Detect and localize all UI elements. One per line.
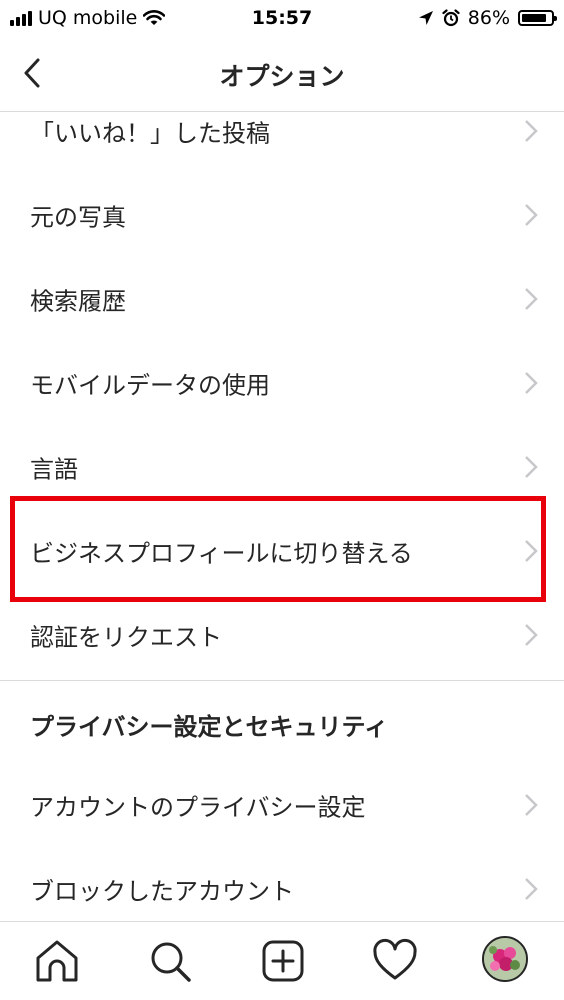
menu-item-label: ブロックしたアカウント bbox=[30, 877, 294, 906]
menu-item-label: アカウントのプライバシー設定 bbox=[30, 793, 366, 822]
menu-item-switch-to-business[interactable]: ビジネスプロフィールに切り替える bbox=[0, 509, 564, 593]
tab-profile[interactable] bbox=[482, 936, 532, 986]
chevron-right-icon bbox=[525, 204, 538, 226]
menu-item-blocked-accounts[interactable]: ブロックしたアカウント bbox=[0, 847, 564, 921]
chevron-right-icon bbox=[525, 794, 538, 816]
search-icon bbox=[151, 942, 191, 982]
section-header-privacy: プライバシー設定とセキュリティ bbox=[30, 713, 389, 741]
menu-item-label: モバイルデータの使用 bbox=[30, 371, 270, 400]
chevron-right-icon bbox=[525, 120, 538, 142]
status-bar: UQ mobile 15:57 86% bbox=[0, 0, 564, 38]
tab-new-post[interactable] bbox=[258, 936, 308, 986]
profile-avatar bbox=[482, 936, 528, 982]
heart-icon bbox=[373, 938, 417, 980]
tab-home[interactable] bbox=[32, 936, 82, 986]
battery-percent: 86% bbox=[467, 7, 510, 29]
chevron-right-icon bbox=[525, 540, 538, 562]
menu-item-request-verification[interactable]: 認証をリクエスト bbox=[0, 593, 564, 677]
menu-item-search-history[interactable]: 検索履歴 bbox=[0, 257, 564, 341]
menu-item-label: 言語 bbox=[30, 455, 78, 484]
section-divider bbox=[0, 680, 564, 681]
tab-activity[interactable] bbox=[370, 936, 420, 986]
settings-list[interactable]: 「いいね！」した投稿 元の写真 検索履歴 モバイルデータの使用 言語 ビジネスプ… bbox=[0, 113, 564, 921]
location-icon bbox=[418, 11, 433, 25]
alarm-icon bbox=[442, 9, 460, 27]
chevron-right-icon bbox=[525, 288, 538, 310]
chevron-right-icon bbox=[525, 624, 538, 646]
tab-search[interactable] bbox=[145, 936, 195, 986]
menu-item-label: 「いいね！」した投稿 bbox=[30, 119, 270, 148]
new-post-icon bbox=[262, 940, 304, 982]
menu-item-label: 検索履歴 bbox=[30, 287, 126, 316]
menu-item-original-photos[interactable]: 元の写真 bbox=[0, 173, 564, 257]
battery-icon bbox=[518, 10, 557, 26]
nav-header: オプション bbox=[0, 38, 564, 112]
home-icon bbox=[36, 940, 78, 982]
menu-item-account-privacy[interactable]: アカウントのプライバシー設定 bbox=[0, 763, 564, 847]
chevron-right-icon bbox=[525, 372, 538, 394]
chevron-right-icon bbox=[525, 456, 538, 478]
menu-item-label: 元の写真 bbox=[30, 203, 126, 232]
menu-item-mobile-data[interactable]: モバイルデータの使用 bbox=[0, 341, 564, 425]
page-title: オプション bbox=[219, 62, 345, 91]
menu-item-liked-posts[interactable]: 「いいね！」した投稿 bbox=[0, 113, 564, 173]
flower-photo bbox=[484, 938, 526, 980]
menu-item-language[interactable]: 言語 bbox=[0, 425, 564, 509]
chevron-right-icon bbox=[525, 878, 538, 900]
tab-bar bbox=[0, 921, 564, 1000]
menu-item-label: 認証をリクエスト bbox=[30, 623, 222, 652]
menu-item-label: ビジネスプロフィールに切り替える bbox=[30, 539, 413, 568]
